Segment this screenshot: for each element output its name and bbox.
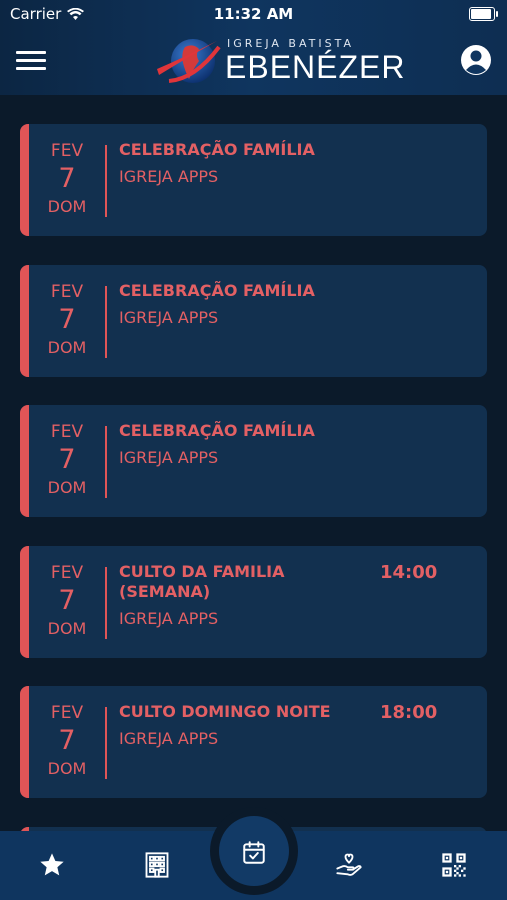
event-month: FEV bbox=[50, 141, 84, 161]
event-day: 7 bbox=[58, 444, 76, 475]
battery-icon bbox=[469, 7, 498, 21]
church-logo: IGREJA BATISTA EBENÉZER bbox=[155, 35, 404, 87]
status-time: 11:32 AM bbox=[213, 5, 294, 23]
event-month: FEV bbox=[50, 281, 84, 302]
event-time: 14:00 bbox=[380, 561, 438, 583]
event-accent-bar bbox=[20, 545, 29, 658]
event-title: CELEBRAÇÃO FAMÍLIA bbox=[119, 140, 315, 159]
event-title: CELEBRAÇÃO FAMÍLIA bbox=[119, 421, 315, 440]
event-card[interactable]: FEV 7 DOM CULTO DOMINGO NOITE IGREJA APPS 18:… bbox=[20, 686, 487, 798]
qr-code-icon[interactable] bbox=[440, 851, 470, 881]
event-info: CULTO DOMINGO NOITE IGREJA APPS bbox=[119, 702, 359, 749]
event-month: FEV bbox=[50, 422, 84, 442]
event-date: FEV 7 DOM bbox=[29, 702, 105, 780]
event-info: CELEBRAÇÃO FAMÍLIA IGREJA APPS bbox=[119, 421, 359, 468]
event-day: 7 bbox=[58, 303, 76, 335]
star-icon[interactable] bbox=[38, 851, 68, 881]
event-time: 18:00 bbox=[380, 702, 438, 723]
event-accent-bar bbox=[20, 405, 29, 517]
event-info: CELEBRAÇÃO FAMÍLIA IGREJA APPS bbox=[119, 281, 359, 328]
globe-logo-icon bbox=[157, 39, 221, 83]
event-list: FEV 7 DOM CELEBRAÇÃO FAMÍLIA IGREJA APPS FEV 7… bbox=[20, 124, 487, 827]
event-date: FEV 7 DOM bbox=[29, 421, 105, 499]
event-card[interactable]: FEV 7 DOM CELEBRAÇÃO FAMÍLIA IGREJA APPS bbox=[20, 124, 487, 236]
logo-big-text: EBENÉZER bbox=[225, 49, 406, 85]
event-info: CELEBRAÇÃO FAMÍLIA IGREJA APPS bbox=[119, 140, 359, 187]
event-card[interactable]: FEV 7 DOM CULTO DA FAMILIA (SEMANA) IGREJA A… bbox=[20, 545, 487, 658]
event-subtitle: IGREJA APPS bbox=[119, 729, 219, 748]
event-weekday: DOM bbox=[47, 618, 87, 638]
event-subtitle: IGREJA APPS bbox=[119, 167, 219, 186]
event-weekday: DOM bbox=[47, 759, 87, 778]
event-accent-bar bbox=[20, 686, 29, 798]
status-bar: Carrier 11:32 AM bbox=[0, 0, 507, 28]
event-accent-bar bbox=[20, 264, 29, 377]
event-weekday: DOM bbox=[47, 478, 87, 497]
event-divider bbox=[105, 145, 107, 217]
event-date: FEV 7 DOM bbox=[29, 140, 105, 218]
calendar-check-icon[interactable] bbox=[219, 816, 289, 886]
event-month: FEV bbox=[50, 562, 84, 583]
menu-icon[interactable] bbox=[16, 51, 46, 73]
event-title: CULTO DA FAMILIA (SEMANA) bbox=[119, 561, 285, 601]
event-date: FEV 7 DOM bbox=[29, 562, 105, 640]
event-subtitle: IGREJA APPS bbox=[119, 448, 219, 467]
event-divider bbox=[105, 566, 107, 639]
event-day: 7 bbox=[58, 584, 76, 616]
event-info: CULTO DA FAMILIA (SEMANA) IGREJA APPS bbox=[119, 562, 359, 629]
event-date: FEV 7 DOM bbox=[29, 281, 105, 359]
building-icon[interactable] bbox=[143, 851, 173, 881]
event-card[interactable]: FEV 7 DOM CELEBRAÇÃO FAMÍLIA IGREJA APPS bbox=[20, 264, 487, 377]
event-divider bbox=[105, 426, 107, 498]
event-accent-bar bbox=[20, 124, 29, 236]
event-card[interactable]: FEV 7 DOM CELEBRAÇÃO FAMÍLIA IGREJA APPS bbox=[20, 405, 487, 517]
profile-icon[interactable] bbox=[461, 45, 491, 75]
hand-heart-icon[interactable] bbox=[335, 851, 365, 881]
event-divider bbox=[105, 285, 107, 358]
event-day: 7 bbox=[58, 163, 76, 194]
event-day: 7 bbox=[58, 725, 76, 756]
event-subtitle: IGREJA APPS bbox=[119, 307, 219, 327]
event-weekday: DOM bbox=[47, 337, 87, 357]
event-title: CELEBRAÇÃO FAMÍLIA bbox=[119, 280, 315, 300]
event-title: CULTO DOMINGO NOITE bbox=[119, 702, 331, 721]
event-weekday: DOM bbox=[47, 197, 87, 216]
event-month: FEV bbox=[50, 703, 84, 723]
event-divider bbox=[105, 707, 107, 779]
event-subtitle: IGREJA APPS bbox=[119, 608, 219, 628]
